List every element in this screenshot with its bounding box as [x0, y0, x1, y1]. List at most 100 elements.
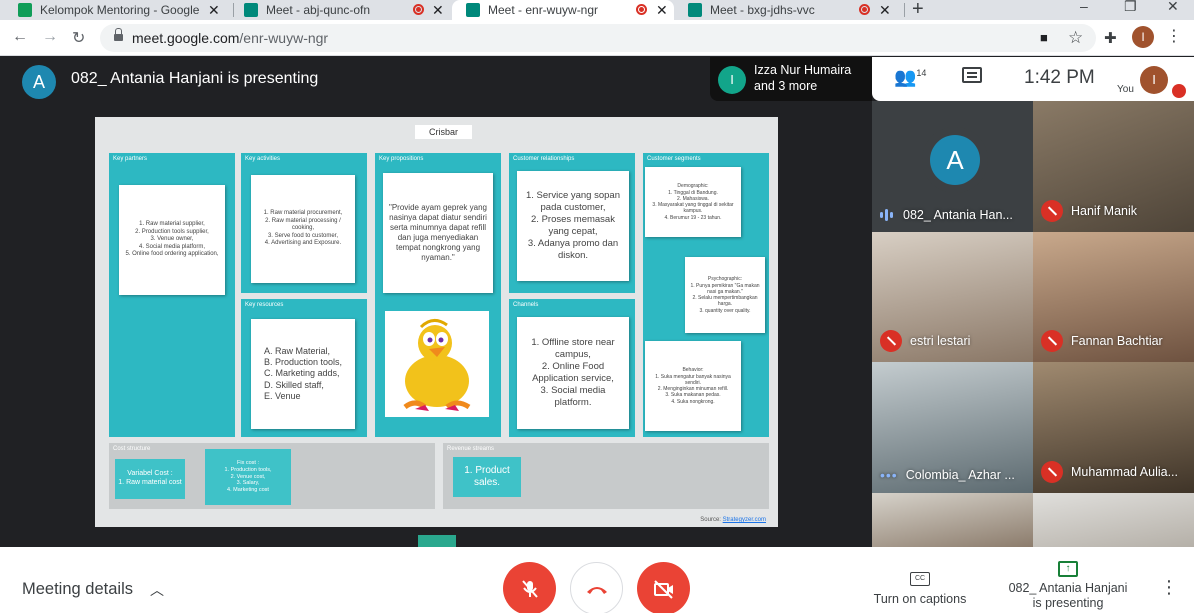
channels-block: Channels 1. Offline store near campus, 2… — [509, 299, 635, 437]
browser-menu-icon[interactable]: ⋮ — [1166, 26, 1182, 46]
meet-window: Kelompok Mentoring - Google Sl ✕ Meet - … — [0, 0, 1194, 613]
tab-meet-enr-active[interactable]: Meet - enr-wuyw-ngr ✕ — [452, 0, 674, 20]
camera-in-use-icon[interactable]: ■ — [1040, 30, 1048, 45]
sticky-note: 1. Raw material supplier, 2. Production … — [119, 185, 225, 295]
block-header: Channels — [513, 302, 539, 308]
tab-divider — [233, 3, 234, 17]
participant-label: Muhammad Aulia... — [1041, 461, 1178, 483]
tab-meet-abj[interactable]: Meet - abj-qunc-ofn ✕ — [238, 0, 448, 20]
presenting-line1: 082_ Antania Hanjani — [1008, 581, 1128, 595]
sticky-note: "Provide ayam geprek yang nasinya dapat … — [383, 173, 493, 293]
chat-icon[interactable] — [962, 67, 982, 83]
key-partners-block: Key partners 1. Raw material supplier, 2… — [109, 153, 235, 437]
microphone-off-button[interactable] — [503, 562, 556, 613]
mic-off-icon — [880, 330, 902, 352]
new-tab-plus-icon[interactable]: + — [912, 0, 924, 21]
extensions-puzzle-icon[interactable]: ✚ — [1104, 29, 1117, 47]
captions-button[interactable]: CC Turn on captions — [872, 569, 968, 606]
block-header: Cost structure — [113, 446, 151, 452]
speaker-names: Izza Nur Humaira and 3 more — [754, 62, 851, 94]
meet-favicon-icon — [244, 3, 258, 17]
close-tab-icon[interactable]: ✕ — [656, 2, 668, 19]
close-tab-icon[interactable]: ✕ — [432, 2, 444, 19]
leave-call-button[interactable] — [570, 562, 623, 613]
participant-name: Muhammad Aulia... — [1071, 465, 1178, 479]
participant-tile[interactable]: Muhammad Aulia... — [1033, 362, 1194, 493]
filmstrip-handle[interactable] — [418, 535, 456, 547]
tab-kelompok-mentoring[interactable]: Kelompok Mentoring - Google Sl ✕ — [0, 0, 228, 20]
url-text: meet.google.com/enr-wuyw-ngr — [132, 30, 328, 46]
source-link[interactable]: Strategyzer.com — [723, 517, 766, 523]
hang-up-icon — [586, 586, 607, 594]
speaker-more: and 3 more — [754, 79, 818, 93]
revenue-streams-block: Revenue streams 1. Product sales. — [443, 443, 769, 509]
participant-name: Hanif Manik — [1071, 204, 1137, 218]
block-header: Key resources — [245, 302, 284, 308]
browser-tab-strip: Kelompok Mentoring - Google Sl ✕ Meet - … — [0, 0, 1194, 20]
participant-label: estri lestari — [880, 330, 970, 352]
call-controls-bar: Meeting details ︿ CC Turn on captions ↑ … — [0, 547, 1194, 613]
sticky-note-revenue: 1. Product sales. — [453, 457, 521, 497]
participant-name: 082_ Antania Han... — [903, 208, 1013, 222]
meeting-info-bar: 👥14 1:42 PM You I — [872, 57, 1194, 101]
close-tab-icon[interactable]: ✕ — [879, 2, 891, 19]
block-header: Revenue streams — [447, 446, 495, 452]
sticky-note: 1. Raw material procurement, 2. Raw mate… — [251, 175, 355, 283]
block-header: Customer segments — [647, 156, 701, 162]
tab-meet-bxg[interactable]: Meet - bxg-jdhs-vvc ✕ — [678, 0, 900, 20]
slides-favicon-icon — [18, 3, 32, 17]
url-path: /enr-wuyw-ngr — [239, 30, 329, 46]
sticky-note: 1. Service yang sopan pada customer, 2. … — [517, 171, 629, 281]
meeting-details-button[interactable]: Meeting details — [22, 580, 133, 599]
meet-favicon-icon — [466, 3, 480, 17]
tab-divider — [904, 3, 905, 17]
sticky-note-variable-cost: Variabel Cost : 1. Raw material cost — [115, 459, 185, 499]
block-header: Key partners — [113, 156, 148, 162]
url-host: meet.google.com — [132, 30, 240, 46]
recording-icon — [636, 4, 647, 15]
participant-tile[interactable]: estri lestari — [872, 232, 1033, 362]
block-header: Key propositions — [379, 156, 424, 162]
slide-title: Crisbar — [415, 125, 473, 139]
clock: 1:42 PM — [1024, 67, 1095, 88]
self-muted-icon — [1172, 84, 1186, 98]
sticky-note-psychographic: Psychographic: 1. Punya pemikiran "Ga ma… — [685, 257, 765, 333]
more-options-icon[interactable]: ⋮ — [1160, 577, 1178, 598]
participant-label: ••• Colombia_ Azhar ... — [880, 467, 1015, 483]
close-window-icon[interactable]: ✕ — [1167, 0, 1179, 15]
sticky-note: A. Raw Material, B. Production tools, C.… — [251, 319, 355, 429]
back-arrow-icon[interactable]: ← — [12, 28, 28, 46]
camera-off-icon — [653, 579, 673, 599]
participant-label: Hanif Manik — [1041, 200, 1137, 222]
mic-off-icon — [1041, 330, 1063, 352]
participant-tile[interactable] — [1033, 493, 1194, 547]
profile-avatar[interactable]: I — [1132, 26, 1154, 48]
close-tab-icon[interactable]: ✕ — [208, 2, 220, 19]
address-bar[interactable]: meet.google.com/enr-wuyw-ngr ■ ☆ — [100, 24, 1096, 52]
participant-name: Fannan Bachtiar — [1071, 334, 1163, 348]
sticky-note-demographic: Demographic: 1. Tinggal di Bandung. 2. M… — [645, 167, 741, 237]
camera-off-button[interactable] — [637, 562, 690, 613]
restore-icon[interactable]: ❐ — [1124, 0, 1137, 15]
participant-name: estri lestari — [910, 334, 971, 348]
forward-arrow-icon[interactable]: → — [42, 28, 58, 46]
reload-icon[interactable]: ↻ — [72, 28, 85, 48]
speaker-avatar: I — [718, 66, 746, 94]
tab-title: Meet - enr-wuyw-ngr — [488, 3, 599, 17]
participant-tile[interactable]: A 082_ Antania Han... — [872, 101, 1033, 232]
participant-tile[interactable] — [872, 493, 1033, 547]
participant-tile[interactable]: ••• Colombia_ Azhar ... — [872, 362, 1033, 493]
bookmark-star-icon[interactable]: ☆ — [1068, 28, 1083, 48]
minimize-icon[interactable]: – — [1080, 0, 1088, 14]
presenting-button[interactable]: ↑ 082_ Antania Hanjani is presenting — [1002, 560, 1134, 611]
self-avatar[interactable]: I — [1140, 66, 1168, 94]
people-button[interactable]: 👥14 — [894, 67, 926, 88]
participant-tile[interactable]: Fannan Bachtiar — [1033, 232, 1194, 362]
chevron-up-icon[interactable]: ︿ — [150, 580, 164, 600]
speaker-name: Izza Nur Humaira — [754, 63, 852, 77]
source-label: Source: — [700, 517, 721, 523]
participant-tile[interactable]: Hanif Manik — [1033, 101, 1194, 232]
cost-structure-block: Cost structure Variabel Cost : 1. Raw ma… — [109, 443, 435, 509]
mic-off-icon — [521, 579, 538, 598]
block-header: Key activities — [245, 156, 281, 162]
